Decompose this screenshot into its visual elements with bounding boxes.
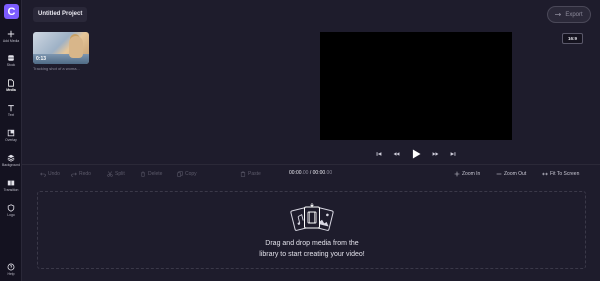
timecode-current-frac: .00 [301, 170, 309, 176]
zoom-out-button[interactable]: Zoom Out [496, 170, 526, 178]
sidebar-item-label: Background [1, 163, 21, 167]
delete-label: Delete [148, 171, 163, 177]
sidebar-item-media[interactable]: Media [0, 79, 22, 97]
video-preview [320, 32, 512, 140]
overlay-icon [7, 129, 15, 137]
copy-icon [177, 171, 183, 177]
scissors-icon [107, 171, 113, 177]
redo-button[interactable]: Redo [71, 170, 91, 178]
sidebar-item-stock[interactable]: Stock [0, 54, 22, 72]
aspect-ratio-button[interactable]: 16:9 [562, 33, 583, 44]
fit-arrows-icon [542, 172, 548, 176]
play-icon[interactable] [412, 149, 421, 159]
timecode-total: 00:00 [312, 170, 326, 176]
stock-icon [8, 55, 14, 61]
sidebar-item-transition[interactable]: Transition [0, 179, 22, 197]
fit-to-screen-label: Fit To Screen [550, 171, 580, 177]
undo-icon [40, 172, 46, 177]
clipboard-icon [240, 171, 246, 177]
sidebar: C Add Media Stock Media Text Overlay Bac… [0, 0, 22, 281]
app-logo[interactable]: C [4, 4, 19, 19]
sidebar-item-label: Text [7, 113, 15, 117]
shield-icon [7, 204, 15, 212]
sidebar-item-label: Logo [7, 213, 15, 217]
sidebar-item-label: Media [6, 88, 16, 92]
export-button[interactable]: Export [547, 6, 591, 23]
sidebar-item-label: Help [7, 272, 15, 276]
media-duration: 0:13 [36, 56, 47, 62]
zoom-in-button[interactable]: Zoom In [454, 170, 480, 178]
dropzone-line1: Drag and drop media from the [265, 240, 359, 247]
copy-button[interactable]: Copy [177, 170, 197, 178]
export-label: Export [565, 11, 583, 18]
zoom-out-label: Zoom Out [504, 171, 527, 177]
transition-icon [7, 180, 15, 186]
undo-button[interactable]: Undo [40, 170, 60, 178]
sidebar-item-label: Overlay [5, 138, 17, 142]
project-title[interactable]: Untitled Project [33, 7, 88, 22]
undo-label: Undo [48, 171, 60, 177]
sidebar-item-help[interactable]: Help [0, 263, 22, 281]
skip-to-end-icon[interactable] [450, 151, 456, 157]
timecode: 00:00.00 / 00:00.00 [289, 170, 332, 176]
timecode-current: 00:00 [289, 170, 302, 176]
background-icon [7, 154, 15, 162]
sidebar-item-label: Transition [3, 188, 19, 192]
delete-button[interactable]: Delete [140, 170, 162, 178]
media-caption: Tracking shot of a woma... [33, 66, 80, 71]
playback-controls [376, 147, 456, 161]
redo-icon [71, 172, 77, 177]
media-icon [8, 79, 14, 87]
rewind-icon[interactable] [393, 151, 400, 157]
sidebar-item-logo[interactable]: Logo [0, 204, 22, 222]
redo-label: Redo [79, 171, 91, 177]
sidebar-item-label: Add Media [2, 39, 20, 43]
split-button[interactable]: Split [107, 170, 125, 178]
fast-forward-icon[interactable] [432, 151, 439, 157]
paste-button[interactable]: Paste [240, 170, 261, 178]
plus-icon [7, 30, 15, 38]
text-icon [8, 105, 14, 112]
minus-icon [496, 173, 502, 175]
dropzone-line2: library to start creating your video! [259, 251, 365, 258]
fit-to-screen-button[interactable]: Fit To Screen [542, 170, 579, 178]
zoom-in-label: Zoom In [462, 171, 481, 177]
timecode-separator: / [309, 170, 312, 176]
timecode-total-frac: .00 [325, 170, 333, 176]
media-thumbnail[interactable]: 0:13 [33, 32, 89, 64]
help-icon [7, 263, 15, 271]
skip-to-start-icon[interactable] [376, 151, 382, 157]
media-files-icon [290, 203, 334, 231]
sidebar-item-background[interactable]: Background [0, 154, 22, 172]
sidebar-item-label: Stock [6, 63, 16, 67]
arrow-right-icon [555, 12, 562, 17]
copy-label: Copy [185, 171, 197, 177]
dropzone-text: Drag and drop media from the library to … [200, 238, 424, 260]
sidebar-item-text[interactable]: Text [0, 104, 22, 122]
plus-icon [454, 171, 460, 177]
split-label: Split [115, 171, 125, 177]
paste-label: Paste [248, 171, 261, 177]
sidebar-item-overlay[interactable]: Overlay [0, 129, 22, 147]
sidebar-item-add-media[interactable]: Add Media [0, 30, 22, 48]
trash-icon [141, 171, 145, 177]
